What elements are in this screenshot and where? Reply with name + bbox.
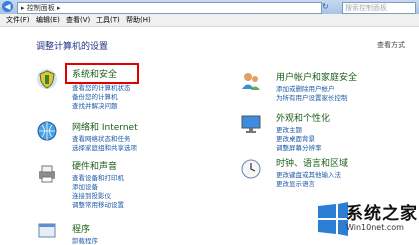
address-bar[interactable]: ▸ 控制面板 ▸ bbox=[17, 2, 322, 14]
category-hardware-title[interactable]: 硬件和声音 bbox=[72, 159, 117, 172]
link-mobility[interactable]: 调整常用移动设置 bbox=[72, 199, 124, 209]
shield-icon[interactable] bbox=[36, 68, 58, 90]
category-appearance-title[interactable]: 外观和个性化 bbox=[276, 111, 330, 124]
back-arrow-icon[interactable]: ◀ bbox=[2, 1, 13, 12]
link-parental-controls[interactable]: 为所有用户设置家长控制 bbox=[276, 92, 348, 102]
printer-icon[interactable] bbox=[36, 162, 58, 184]
programs-icon[interactable] bbox=[36, 219, 58, 241]
watermark-url: Win10net.com bbox=[346, 223, 404, 232]
menu-edit[interactable]: 编辑(E) bbox=[36, 15, 60, 25]
menu-bar: 文件(F) 编辑(E) 查看(V) 工具(T) 帮助(H) bbox=[0, 14, 419, 27]
user-accounts-icon[interactable] bbox=[240, 70, 262, 92]
search-input[interactable]: 搜索控制面板 bbox=[342, 2, 416, 14]
category-programs-title[interactable]: 程序 bbox=[72, 222, 90, 235]
category-user-accounts-title[interactable]: 用户帐户和家庭安全 bbox=[276, 70, 357, 83]
link-display-language[interactable]: 更改显示语言 bbox=[276, 178, 315, 188]
address-bar-area: ◀ ▸ 控制面板 ▸ ↻ 搜索控制面板 bbox=[0, 0, 419, 14]
appearance-icon[interactable] bbox=[240, 112, 262, 134]
link-screen-resolution[interactable]: 调整屏幕分辨率 bbox=[276, 142, 322, 152]
menu-tools[interactable]: 工具(T) bbox=[96, 15, 120, 25]
link-troubleshoot[interactable]: 查找并解决问题 bbox=[72, 100, 118, 110]
category-clock-language-title[interactable]: 时钟、语言和区域 bbox=[276, 156, 348, 169]
watermark-title: 系统之家 bbox=[346, 204, 418, 224]
refresh-icon[interactable]: ↻ bbox=[322, 2, 332, 12]
menu-help[interactable]: 帮助(H) bbox=[126, 15, 151, 25]
menu-view[interactable]: 查看(V) bbox=[66, 15, 90, 25]
highlight-box bbox=[65, 63, 139, 84]
link-homegroup[interactable]: 选择家庭组和共享选项 bbox=[72, 142, 137, 152]
clock-globe-icon[interactable] bbox=[240, 158, 262, 180]
menu-file[interactable]: 文件(F) bbox=[6, 15, 30, 25]
network-globe-icon[interactable] bbox=[36, 120, 58, 142]
page-title: 调整计算机的设置 bbox=[36, 42, 109, 52]
category-network-title[interactable]: 网络和 Internet bbox=[72, 120, 138, 133]
view-by-label[interactable]: 查看方式 bbox=[377, 40, 405, 50]
